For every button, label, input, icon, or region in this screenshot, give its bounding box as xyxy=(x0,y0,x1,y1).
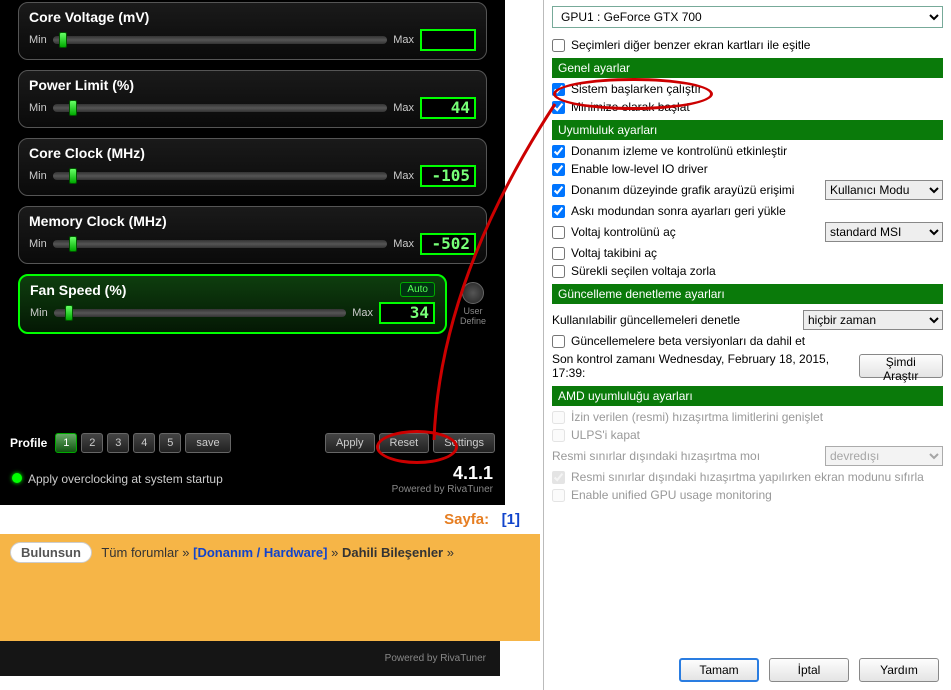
ok-button[interactable]: Tamam xyxy=(679,658,759,682)
breadcrumb: Bulunsun Tüm forumlar » [Donanım / Hardw… xyxy=(0,534,540,571)
slider-core-voltage: Core Voltage (mV) Min Max xyxy=(18,2,487,60)
unified-gpu-checkbox: Enable unified GPU usage monitoring xyxy=(552,488,943,502)
crumb-dahili[interactable]: Dahili Bileşenler xyxy=(342,545,443,560)
check-now-button[interactable]: Şimdi Araştır xyxy=(859,354,943,378)
value-power-limit[interactable]: 44 xyxy=(420,97,476,119)
max-label: Max xyxy=(393,34,414,46)
min-label: Min xyxy=(29,238,47,250)
hw-monitoring-checkbox[interactable]: Donanım izleme ve kontrolünü etkinleştir xyxy=(552,144,943,158)
min-label: Min xyxy=(30,307,48,319)
max-label: Max xyxy=(393,102,414,114)
profile-3[interactable]: 3 xyxy=(107,433,129,453)
slider-title: Power Limit (%) xyxy=(29,77,476,93)
led-icon xyxy=(12,473,22,483)
user-define-label: User Define xyxy=(460,306,486,326)
settings-dialog: GPU1 : GeForce GTX 700 Seçimleri diğer b… xyxy=(543,0,951,690)
value-memory-clock[interactable]: -502 xyxy=(420,233,476,255)
reset-display-checkbox: Resmi sınırlar dışındaki hızaşırtma yapı… xyxy=(552,470,943,484)
hw-gfx-checkbox[interactable]: Donanım düzeyinde grafik arayüzü erişimi xyxy=(552,183,794,197)
section-general: Genel ayarlar xyxy=(552,58,943,78)
slider-title: Memory Clock (MHz) xyxy=(29,213,476,229)
profile-label: Profile xyxy=(10,436,47,450)
max-label: Max xyxy=(393,238,414,250)
voltage-mode-select[interactable]: standard MSI xyxy=(825,222,943,242)
restore-after-suspend-checkbox[interactable]: Askı modundan sonra ayarları geri yükle xyxy=(552,204,943,218)
forum-strip: Sayfa: [1] Bulunsun Tüm forumlar » [Dona… xyxy=(0,505,540,690)
profile-1[interactable]: 1 xyxy=(55,433,77,453)
slider-fan-speed: Auto Fan Speed (%) Min Max 34 User Defin… xyxy=(18,274,447,334)
slider-track[interactable] xyxy=(53,36,387,44)
slider-track[interactable] xyxy=(54,309,346,317)
section-update: Güncelleme denetleme ayarları xyxy=(552,284,943,304)
profile-2[interactable]: 2 xyxy=(81,433,103,453)
start-with-windows-checkbox[interactable]: Sistem başlarken çalıştır xyxy=(552,82,943,96)
slider-title: Core Voltage (mV) xyxy=(29,9,476,25)
apply-button[interactable]: Apply xyxy=(325,433,375,453)
gear-icon xyxy=(462,282,484,304)
include-beta-checkbox[interactable]: Güncellemelere beta versiyonları da dahi… xyxy=(552,334,943,348)
last-check-label: Son kontrol zamanı Wednesday, February 1… xyxy=(552,352,859,380)
startup-toggle[interactable]: Apply overclocking at system startup xyxy=(12,472,223,486)
slider-power-limit: Power Limit (%) Min Max 44 xyxy=(18,70,487,128)
ulps-checkbox: ULPS'i kapat xyxy=(552,428,943,442)
slider-memory-clock: Memory Clock (MHz) Min Max -502 xyxy=(18,206,487,264)
prev-button[interactable]: Bulunsun xyxy=(10,542,92,563)
force-voltage-checkbox[interactable]: Sürekli seçilen voltaja zorla xyxy=(552,264,943,278)
voltage-control-checkbox[interactable]: Voltaj kontrolünü aç xyxy=(552,225,676,239)
user-define-button[interactable]: User Define xyxy=(453,282,493,326)
crumb-hardware[interactable]: [Donanım / Hardware] xyxy=(193,545,327,560)
cancel-button[interactable]: İptal xyxy=(769,658,849,682)
max-label: Max xyxy=(352,307,373,319)
afterburner-panel: Core Voltage (mV) Min Max Power Limit (%… xyxy=(0,0,505,505)
min-label: Min xyxy=(29,34,47,46)
page-indicator: Sayfa: [1] xyxy=(0,505,540,534)
value-fan-speed[interactable]: 34 xyxy=(379,302,435,324)
check-updates-label: Kullanılabilir güncellemeleri denetle xyxy=(552,313,740,327)
unofficial-mode-label: Resmi sınırlar dışındaki hızaşırtma moı xyxy=(552,449,760,463)
slider-track[interactable] xyxy=(53,104,387,112)
version-label: 4.1.1 xyxy=(392,463,493,484)
profile-4[interactable]: 4 xyxy=(133,433,155,453)
footer: Apply overclocking at system startup 4.1… xyxy=(0,463,505,495)
save-button[interactable]: save xyxy=(185,433,230,453)
powered-label: Powered by RivaTuner xyxy=(392,484,493,495)
min-label: Min xyxy=(29,170,47,182)
crumb-all[interactable]: Tüm forumlar xyxy=(101,545,178,560)
slider-title: Core Clock (MHz) xyxy=(29,145,476,161)
slider-title: Fan Speed (%) xyxy=(30,282,435,298)
profile-bar: Profile 1 2 3 4 5 save Apply Reset Setti… xyxy=(0,429,505,457)
low-level-io-checkbox[interactable]: Enable low-level IO driver xyxy=(552,162,943,176)
update-frequency-select[interactable]: hiçbir zaman xyxy=(803,310,943,330)
amd-extend-checkbox: İzin verilen (resmi) hızaşırtma limitler… xyxy=(552,410,943,424)
settings-button[interactable]: Settings xyxy=(433,433,495,453)
start-minimized-checkbox[interactable]: Minimize olarak başlat xyxy=(552,100,943,114)
voltage-monitoring-checkbox[interactable]: Voltaj takibini aç xyxy=(552,246,943,260)
auto-button[interactable]: Auto xyxy=(400,282,435,297)
value-core-clock[interactable]: -105 xyxy=(420,165,476,187)
min-label: Min xyxy=(29,102,47,114)
value-core-voltage[interactable] xyxy=(420,29,476,51)
slider-core-clock: Core Clock (MHz) Min Max -105 xyxy=(18,138,487,196)
page-number[interactable]: [1] xyxy=(502,511,520,528)
hw-gfx-mode-select[interactable]: Kullanıcı Modu xyxy=(825,180,943,200)
help-button[interactable]: Yardım xyxy=(859,658,939,682)
reset-button[interactable]: Reset xyxy=(379,433,430,453)
slider-track[interactable] xyxy=(53,172,387,180)
dialog-buttons: Tamam İptal Yardım xyxy=(679,658,939,682)
sync-checkbox[interactable]: Seçimleri diğer benzer ekran kartları il… xyxy=(552,38,943,52)
profile-5[interactable]: 5 xyxy=(159,433,181,453)
section-amd: AMD uyumluluğu ayarları xyxy=(552,386,943,406)
max-label: Max xyxy=(393,170,414,182)
riva-footer: Powered by RivaTuner xyxy=(0,641,500,676)
section-compat: Uyumluluk ayarları xyxy=(552,120,943,140)
unofficial-mode-select: devredışı xyxy=(825,446,943,466)
gpu-select[interactable]: GPU1 : GeForce GTX 700 xyxy=(552,6,943,28)
slider-track[interactable] xyxy=(53,240,387,248)
